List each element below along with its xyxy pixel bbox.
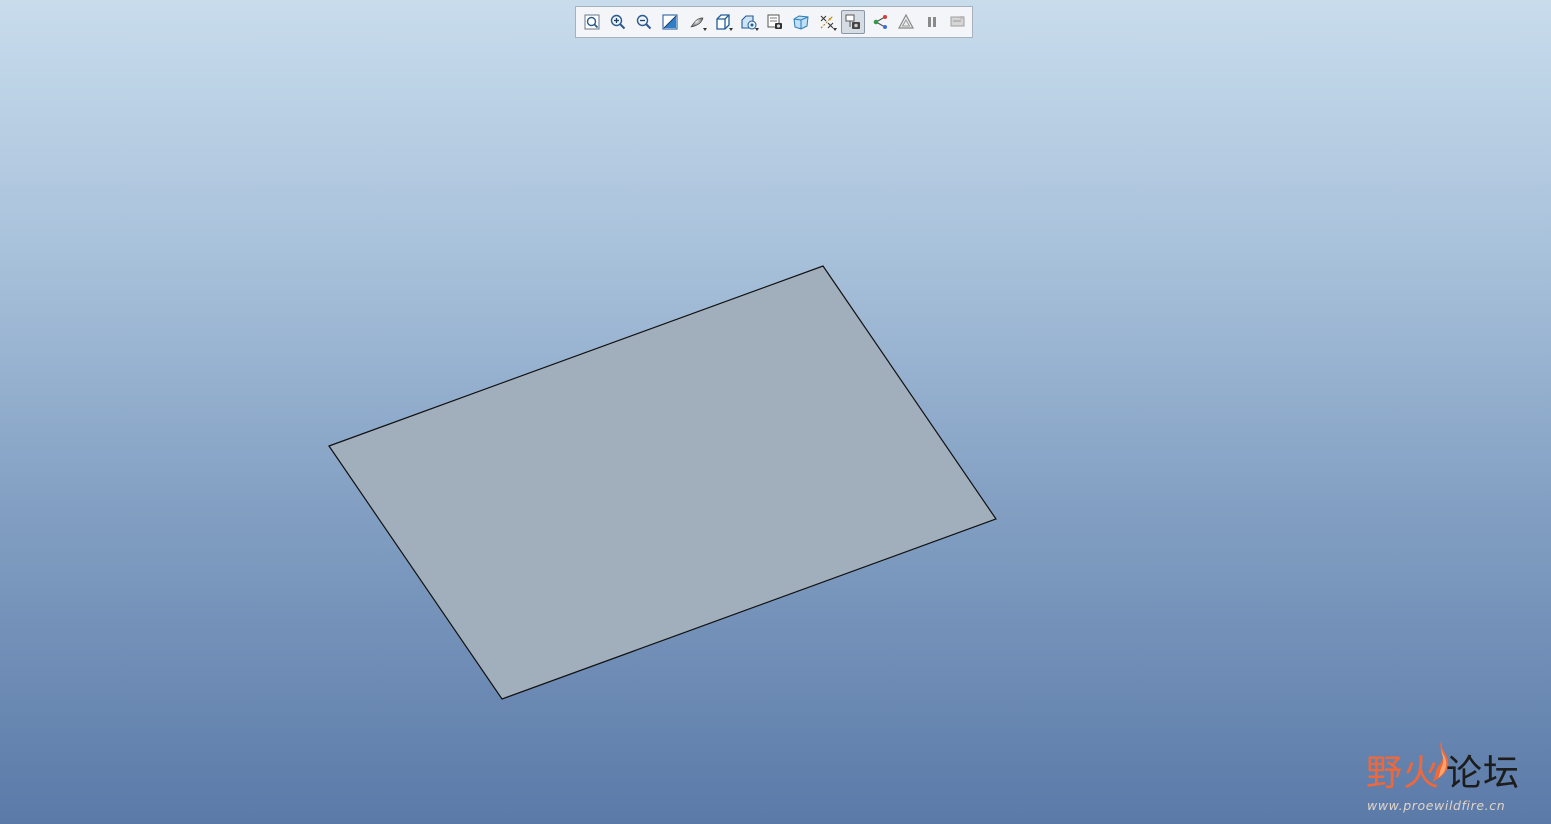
zoom-out-icon: [637, 14, 652, 30]
annotation-display-icon: [845, 14, 861, 29]
perspective-view-button[interactable]: [789, 10, 813, 34]
model-canvas[interactable]: [0, 0, 1551, 824]
pause-button[interactable]: [920, 10, 944, 34]
display-style-button[interactable]: [685, 10, 709, 34]
regenerate-button[interactable]: [946, 10, 970, 34]
watermark-brand-part2: 论坛: [1446, 753, 1521, 794]
repaint-icon: [662, 14, 678, 30]
dropdown-arrow-icon: [754, 28, 759, 31]
zoom-out-button[interactable]: [632, 10, 656, 34]
watermark-url: www.proewildfire.cn: [1367, 798, 1506, 813]
zoom-in-button[interactable]: [606, 10, 630, 34]
view-manager-button[interactable]: [737, 10, 761, 34]
dropdown-arrow-icon: [728, 28, 733, 31]
annotation-display-button[interactable]: [841, 10, 866, 34]
graphics-toolbar: [575, 6, 973, 38]
layers-button[interactable]: [763, 10, 787, 34]
spin-center-icon: [873, 15, 887, 29]
perspective-view-icon: [793, 15, 809, 30]
dropdown-arrow-icon: [833, 28, 838, 31]
spin-center-button[interactable]: [868, 10, 892, 34]
simulation-display-icon: [897, 13, 914, 29]
watermark-logo: 野火 论坛: [1366, 754, 1520, 794]
pause-icon: [927, 17, 936, 27]
dropdown-arrow-icon: [702, 28, 707, 31]
repaint-button[interactable]: [658, 10, 682, 34]
forum-watermark: 野火 论坛 www.proewildfire.cn: [1362, 740, 1542, 818]
planar-surface[interactable]: [328, 265, 997, 700]
saved-orientations-button[interactable]: [711, 10, 735, 34]
refit-button[interactable]: [580, 10, 604, 34]
simulation-display-button[interactable]: [894, 10, 918, 34]
refit-icon: [584, 14, 600, 30]
watermark-brand-part1: 野火: [1366, 753, 1441, 794]
layers-icon: [767, 14, 782, 29]
zoom-in-icon: [610, 14, 626, 30]
regenerate-icon: [950, 16, 965, 27]
datum-display-button[interactable]: [815, 10, 839, 34]
graphics-viewport[interactable]: 野火 论坛 www.proewildfire.cn: [0, 0, 1551, 824]
